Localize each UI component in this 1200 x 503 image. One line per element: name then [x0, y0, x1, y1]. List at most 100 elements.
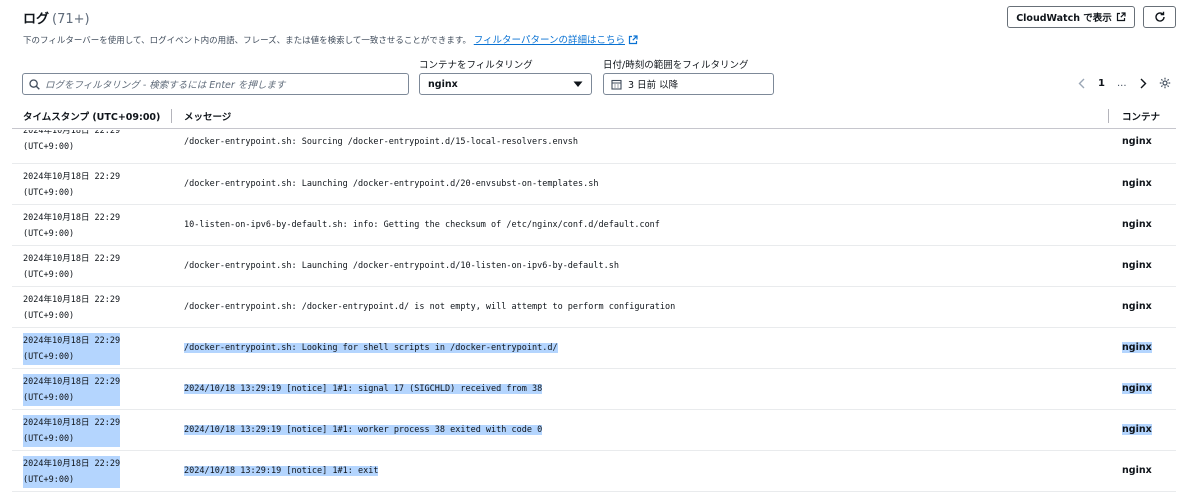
row-timestamp: 2024年10月18日 22:29 (UTC+9:00)	[23, 210, 120, 242]
row-container: nginx	[1122, 383, 1152, 395]
row-container: nginx	[1122, 178, 1152, 190]
row-timestamp: 2024年10月18日 22:29 (UTC+9:00)	[23, 415, 121, 447]
timestamp-date: 2024年10月18日 22:29	[23, 295, 121, 305]
message-text: /docker-entrypoint.sh: /docker-entrypoin…	[184, 302, 676, 312]
message-text: /docker-entrypoint.sh: Launching /docker…	[184, 179, 599, 189]
current-page-number[interactable]: 1	[1098, 78, 1105, 89]
column-header-container[interactable]: コンテナ	[1122, 109, 1160, 123]
container-text: nginx	[1122, 301, 1152, 312]
container-text: nginx	[1122, 465, 1152, 476]
message-text: /docker-entrypoint.sh: Launching /docker…	[184, 261, 619, 271]
date-filter-label: 日付/時刻の範囲をフィルタリング	[603, 60, 749, 71]
row-message: /docker-entrypoint.sh: /docker-entrypoin…	[184, 301, 675, 313]
cloudwatch-button-label: CloudWatch で表示	[1016, 13, 1112, 24]
row-timestamp: 2024年10月18日 22:29 (UTC+9:00)	[23, 169, 120, 201]
row-message: 2024/10/18 13:29:19 [notice] 1#1: exit	[184, 465, 379, 477]
row-message: /docker-entrypoint.sh: Launching /docker…	[184, 178, 599, 190]
container-filter-select[interactable]: nginx	[419, 73, 592, 95]
title-text: ログ	[23, 12, 50, 27]
table-row[interactable]: 2024年10月18日 22:29 (UTC+9:00) /docker-entr…	[12, 130, 1176, 164]
search-placeholder: ログをフィルタリング - 検索するには Enter を押します	[45, 80, 286, 91]
table-row[interactable]: 2024年10月18日 22:29 (UTC+9:00) 2024/10/18 1…	[12, 451, 1176, 492]
container-text: nginx	[1122, 383, 1152, 394]
timestamp-date: 2024年10月18日 22:29	[23, 456, 121, 472]
timestamp-date: 2024年10月18日 22:29	[23, 254, 121, 264]
timestamp-date: 2024年10月18日 22:29	[23, 130, 121, 136]
filter-description: 下のフィルターバーを使用して、ログイベント内の用語、フレーズ、または値を検索して…	[23, 32, 638, 46]
column-divider[interactable]	[1108, 109, 1109, 123]
log-table-header: タイムスタンプ (UTC+09:00) メッセージ コンテナ	[12, 103, 1176, 129]
message-text: 2024/10/18 13:29:19 [notice] 1#1: worker…	[184, 425, 543, 435]
search-icon	[29, 78, 40, 90]
row-message: /docker-entrypoint.sh: Looking for shell…	[184, 342, 558, 354]
view-in-cloudwatch-button[interactable]: CloudWatch で表示	[1007, 6, 1135, 28]
container-filter-value: nginx	[428, 78, 458, 90]
external-link-icon	[1116, 12, 1126, 22]
table-row[interactable]: 2024年10月18日 22:29 (UTC+9:00) /docker-entr…	[12, 328, 1176, 369]
table-row[interactable]: 2024年10月18日 22:29 (UTC+9:00) /docker-entr…	[12, 246, 1176, 287]
timestamp-tz: (UTC+9:00)	[23, 229, 75, 239]
refresh-icon	[1154, 11, 1166, 23]
row-timestamp: 2024年10月18日 22:29 (UTC+9:00)	[23, 374, 121, 406]
timestamp-date: 2024年10月18日 22:29	[23, 213, 121, 223]
table-row[interactable]: 2024年10月18日 22:29 (UTC+9:00) 2024/10/18 1…	[12, 369, 1176, 410]
timestamp-tz: (UTC+9:00)	[23, 472, 121, 488]
column-header-timestamp[interactable]: タイムスタンプ (UTC+09:00)	[23, 109, 160, 123]
message-text: 2024/10/18 13:29:19 [notice] 1#1: signal…	[184, 384, 543, 394]
pagination: 1 ...	[1078, 74, 1171, 92]
row-container: nginx	[1122, 219, 1152, 231]
timestamp-date: 2024年10月18日 22:29	[23, 333, 121, 349]
timestamp-tz: (UTC+9:00)	[23, 390, 121, 406]
previous-page-button[interactable]	[1078, 78, 1086, 89]
container-text: nginx	[1122, 342, 1152, 353]
timestamp-tz: (UTC+9:00)	[23, 431, 121, 447]
container-text: nginx	[1122, 219, 1152, 230]
calendar-icon	[611, 79, 622, 90]
container-text: nginx	[1122, 424, 1152, 435]
table-row[interactable]: 2024年10月18日 22:29 (UTC+9:00) /docker-entr…	[12, 164, 1176, 205]
row-message: /docker-entrypoint.sh: Launching /docker…	[184, 260, 619, 272]
refresh-button[interactable]	[1143, 6, 1176, 28]
timestamp-tz: (UTC+9:00)	[23, 142, 75, 152]
row-timestamp: 2024年10月18日 22:29 (UTC+9:00)	[23, 251, 120, 283]
caret-down-icon	[573, 81, 583, 88]
row-timestamp: 2024年10月18日 22:29 (UTC+9:00)	[23, 130, 120, 155]
container-text: nginx	[1122, 136, 1152, 147]
log-table-body: 2024年10月18日 22:29 (UTC+9:00) /docker-entr…	[12, 130, 1176, 503]
container-filter-label: コンテナをフィルタリング	[419, 60, 533, 71]
timestamp-date: 2024年10月18日 22:29	[23, 172, 121, 182]
timestamp-date: 2024年10月18日 22:29	[23, 374, 121, 390]
timestamp-tz: (UTC+9:00)	[23, 188, 75, 198]
filter-pattern-link[interactable]: フィルターパターンの詳細はこちら	[474, 35, 638, 46]
table-row[interactable]: 2024年10月18日 22:29 (UTC+9:00) /docker-entr…	[12, 287, 1176, 328]
page-title: ログ (71+)	[23, 8, 90, 27]
row-message: 2024/10/18 13:29:19 [notice] 1#1: signal…	[184, 383, 543, 395]
table-row[interactable]: 2024年10月18日 22:29 (UTC+9:00) 10-listen-on…	[12, 205, 1176, 246]
external-link-icon	[628, 35, 638, 45]
message-text: 10-listen-on-ipv6-by-default.sh: info: G…	[184, 220, 660, 230]
settings-gear-icon[interactable]	[1159, 77, 1171, 89]
row-container: nginx	[1122, 424, 1152, 436]
timestamp-tz: (UTC+9:00)	[23, 311, 75, 321]
next-page-button[interactable]	[1139, 78, 1147, 89]
column-divider[interactable]	[171, 109, 172, 123]
filter-pattern-link-text: フィルターパターンの詳細はこちら	[473, 35, 625, 46]
timestamp-tz: (UTC+9:00)	[23, 270, 75, 280]
row-container: nginx	[1122, 465, 1152, 477]
message-text: /docker-entrypoint.sh: Sourcing /docker-…	[184, 137, 579, 147]
timestamp-tz: (UTC+9:00)	[23, 349, 121, 365]
row-timestamp: 2024年10月18日 22:29 (UTC+9:00)	[23, 333, 121, 365]
date-range-filter[interactable]: 3 日前 以降	[603, 73, 774, 95]
date-range-value: 3 日前 以降	[628, 80, 679, 91]
row-timestamp: 2024年10月18日 22:29 (UTC+9:00)	[23, 456, 121, 488]
table-row[interactable]: 2024年10月18日 22:29 (UTC+9:00) 2024/10/18 1…	[12, 410, 1176, 451]
row-container: nginx	[1122, 342, 1152, 354]
row-container: nginx	[1122, 136, 1152, 148]
message-text: /docker-entrypoint.sh: Looking for shell…	[184, 343, 558, 353]
column-header-message[interactable]: メッセージ	[184, 109, 231, 123]
description-text: 下のフィルターバーを使用して、ログイベント内の用語、フレーズ、または値を検索して…	[23, 36, 472, 46]
log-search-input[interactable]: ログをフィルタリング - 検索するには Enter を押します	[22, 73, 409, 95]
row-message: /docker-entrypoint.sh: Sourcing /docker-…	[184, 136, 578, 148]
row-timestamp: 2024年10月18日 22:29 (UTC+9:00)	[23, 292, 120, 324]
log-count: (71+)	[52, 12, 90, 27]
